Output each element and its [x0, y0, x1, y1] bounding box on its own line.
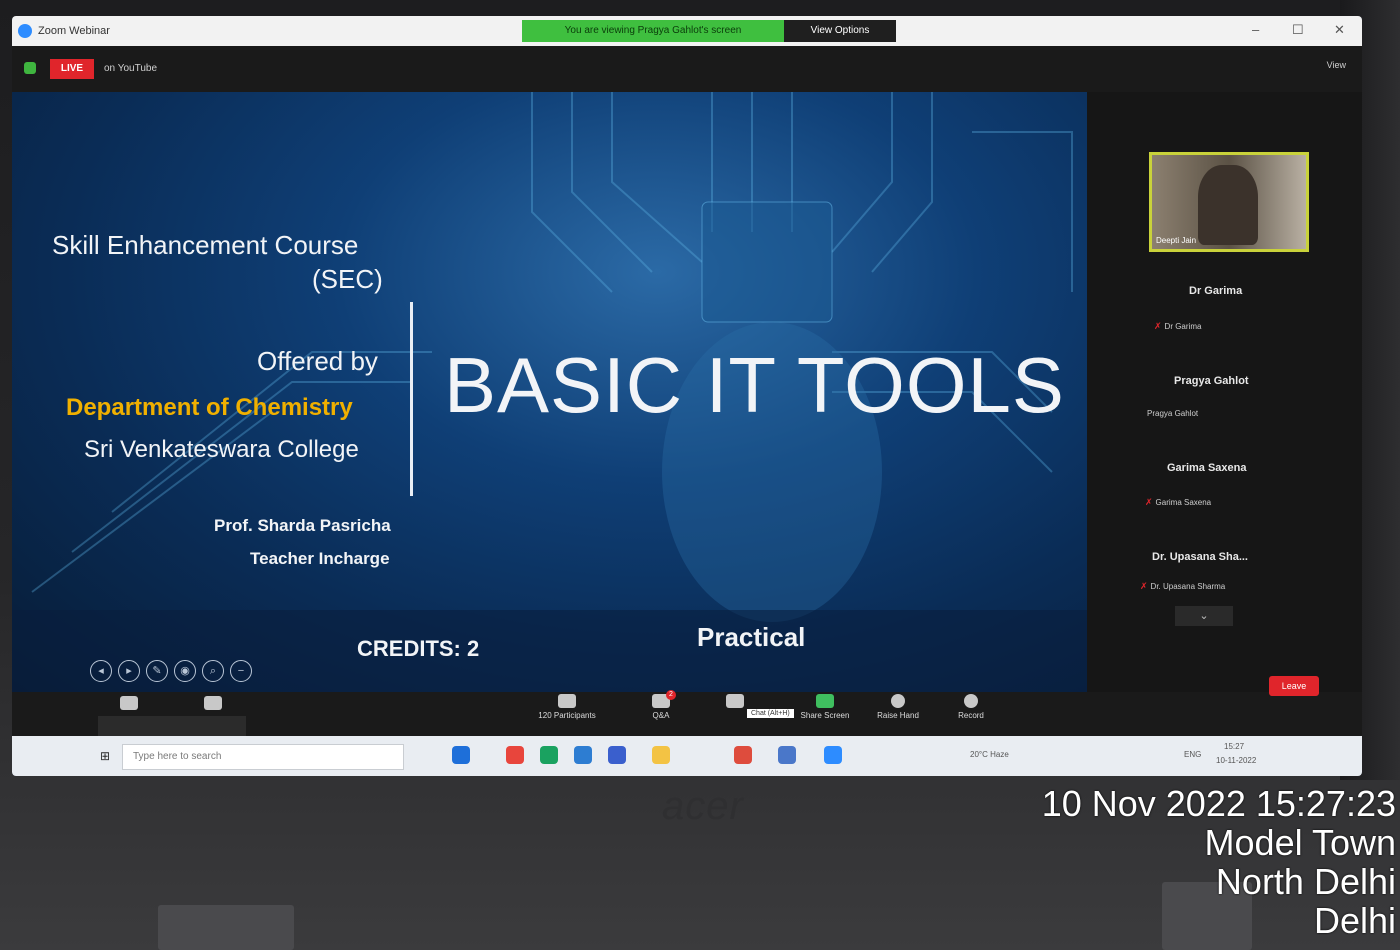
annotation-toolbar: ◂ ▸ ✎ ◉ ⌕ −	[90, 660, 252, 682]
office-icon[interactable]	[506, 746, 524, 764]
maximize-button[interactable]: ☐	[1292, 22, 1304, 38]
laptop-brand-logo: acer	[662, 784, 744, 828]
share-screen-button[interactable]: Share Screen	[792, 694, 858, 720]
course-abbreviation: (SEC)	[312, 264, 383, 294]
video-off-icon	[204, 696, 222, 710]
minimized-window-controls	[98, 716, 246, 738]
participant-sub: ✗ Dr. Upasana Sharma	[1140, 581, 1226, 591]
qa-label: Q&A	[652, 711, 670, 720]
participants-label: Participants	[553, 711, 596, 720]
stamp-locality: Model Town	[1204, 822, 1396, 863]
participant-name: Dr. Upasana Sha...	[1152, 551, 1248, 563]
live-platform[interactable]: on YouTube	[104, 63, 157, 74]
taskbar-time[interactable]: 15:27	[1224, 742, 1244, 751]
slide-title: BASIC IT TOOLS	[444, 341, 1065, 429]
minus-icon[interactable]: −	[230, 660, 252, 682]
course-title: Skill Enhancement Course	[52, 230, 359, 260]
photo-timestamp: 10 Nov 2022 15:27:23 Model Town North De…	[1042, 784, 1396, 940]
live-badge[interactable]: LIVE	[50, 59, 94, 79]
video-tile[interactable]: Deepti Jain	[1149, 152, 1309, 252]
app-title: Zoom Webinar	[38, 25, 110, 37]
weather-widget[interactable]: 20°C Haze	[970, 750, 1009, 759]
participants-button[interactable]: 120 Participants	[532, 694, 602, 720]
zoom-app-icon	[18, 24, 32, 38]
screen-share-banner: You are viewing Pragya Gahlot's screen	[522, 20, 784, 42]
chrome-icon[interactable]	[734, 746, 752, 764]
stamp-district: North Delhi	[1215, 861, 1396, 902]
video-button[interactable]	[198, 696, 228, 713]
stamp-city: Delhi	[1313, 900, 1396, 941]
windows-taskbar: ⊞ Type here to search 20°C Haze ENG 15:2…	[12, 736, 1362, 776]
college-name: Sri Venkateswara College	[84, 436, 359, 463]
offered-by-label: Offered by	[257, 346, 378, 376]
shield-icon[interactable]	[24, 62, 36, 74]
chat-tooltip: Chat (Alt+H)	[747, 709, 794, 718]
qa-button[interactable]: 2 Q&A	[644, 690, 678, 720]
camera-icon[interactable]: ◉	[174, 660, 196, 682]
chevron-down-icon[interactable]: ⌄	[1175, 606, 1233, 626]
mute-button[interactable]	[114, 696, 144, 713]
raise-hand-button[interactable]: Raise Hand	[868, 694, 928, 720]
chat-button[interactable]	[720, 694, 750, 711]
language-indicator[interactable]: ENG	[1184, 750, 1201, 759]
stamp-datetime: 10 Nov 2022 15:27:23	[1041, 783, 1396, 824]
edge-icon[interactable]	[540, 746, 558, 764]
participant-name: Pragya Gahlot	[1174, 375, 1249, 387]
mic-muted-icon: ✗	[1145, 497, 1153, 507]
share-screen-label: Share Screen	[800, 711, 850, 720]
raise-hand-label: Raise Hand	[877, 711, 919, 720]
participant-sub: ✗ Garima Saxena	[1145, 497, 1212, 507]
professor-name: Prof. Sharda Pasricha	[214, 516, 391, 535]
meeting-top-bar: LIVE on YouTube View	[12, 46, 1362, 92]
professor-role: Teacher Incharge	[250, 549, 390, 568]
qa-badge: 2	[666, 690, 676, 700]
previous-icon[interactable]: ◂	[90, 660, 112, 682]
microphone-icon	[120, 696, 138, 710]
mic-muted-icon: ✗	[1154, 321, 1162, 331]
participants-count: 120	[538, 711, 552, 720]
taskbar-search-input[interactable]: Type here to search	[122, 744, 404, 770]
taskbar-date[interactable]: 10-11-2022	[1216, 756, 1256, 765]
participant-name: Dr Garima	[1189, 285, 1243, 297]
chat-icon	[726, 694, 744, 708]
minimize-button[interactable]: –	[1252, 22, 1259, 37]
video-tile-name: Deepti Jain	[1156, 236, 1197, 245]
pen-icon[interactable]: ✎	[146, 660, 168, 682]
laptop-screen: Zoom Webinar You are viewing Pragya Gahl…	[12, 16, 1362, 776]
qa-icon: 2	[652, 690, 676, 708]
windows-start-icon[interactable]: ⊞	[100, 749, 110, 763]
zoom-taskbar-icon[interactable]	[824, 746, 842, 764]
record-label: Record	[958, 711, 984, 720]
hand-icon	[891, 694, 905, 708]
mic-muted-icon: ✗	[1140, 581, 1148, 591]
store-icon[interactable]	[574, 746, 592, 764]
slide-divider	[410, 302, 413, 496]
mail-icon[interactable]	[608, 746, 626, 764]
leave-button[interactable]: Leave	[1269, 676, 1319, 696]
view-menu[interactable]: View	[1327, 60, 1346, 70]
close-button[interactable]: ✕	[1334, 22, 1345, 38]
next-icon[interactable]: ▸	[118, 660, 140, 682]
shared-slide: Skill Enhancement Course (SEC) Offered b…	[12, 92, 1087, 692]
credits-label: CREDITS: 2	[357, 636, 480, 661]
file-explorer-icon[interactable]	[652, 746, 670, 764]
hinge-left	[158, 905, 294, 950]
mode-label: Practical	[697, 622, 806, 652]
participant-sub: Pragya Gahlot	[1147, 409, 1199, 418]
participant-name: Garima Saxena	[1167, 462, 1247, 474]
zoom-icon[interactable]: ⌕	[202, 660, 224, 682]
record-button[interactable]: Record	[946, 694, 996, 720]
department-name: Department of Chemistry	[66, 394, 353, 421]
word-icon[interactable]	[778, 746, 796, 764]
video-person	[1198, 165, 1258, 245]
share-screen-icon	[816, 694, 834, 708]
participant-sub: ✗ Dr Garima	[1154, 321, 1202, 331]
record-icon	[964, 694, 978, 708]
task-view-icon[interactable]	[452, 746, 470, 764]
participants-icon	[558, 694, 576, 708]
view-options-button[interactable]: View Options	[784, 20, 896, 42]
